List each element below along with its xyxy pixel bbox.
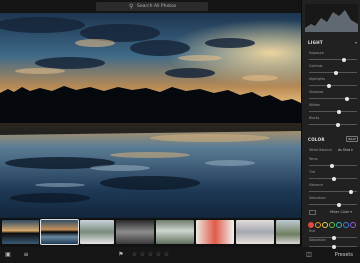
mixer-slider-label: Hue: [309, 229, 316, 233]
light-slider-knob[interactable]: [344, 96, 349, 101]
light-slider-track[interactable]: [309, 111, 357, 112]
color-swatch[interactable]: [350, 222, 356, 228]
light-slider-knob[interactable]: [336, 109, 341, 114]
mixer-slider-label: Saturation: [309, 238, 326, 242]
light-slider-track[interactable]: [309, 124, 357, 125]
search-box[interactable]: ⚲ Search All Photos: [96, 2, 208, 11]
thumbnail[interactable]: [2, 220, 39, 244]
thumbnail[interactable]: [196, 220, 234, 244]
color-slider-label: Saturation: [309, 196, 326, 200]
light-slider-track[interactable]: [309, 59, 357, 60]
color-swatch[interactable]: [343, 222, 349, 228]
light-slider-track[interactable]: [309, 72, 357, 73]
search-input[interactable]: Search All Photos: [137, 2, 176, 11]
compare-icon[interactable]: ◫: [305, 250, 313, 260]
light-slider-label: Contrast: [309, 64, 323, 68]
thumbnail[interactable]: [116, 220, 154, 244]
thumbnail[interactable]: [236, 220, 274, 244]
light-slider-knob[interactable]: [327, 83, 332, 88]
star-rating-4[interactable]: ☆: [155, 251, 162, 259]
search-icon: ⚲: [129, 3, 134, 10]
thumbnail[interactable]: [156, 220, 194, 244]
color-swatch[interactable]: [329, 222, 335, 228]
color-swatch[interactable]: [322, 222, 328, 228]
color-swatch[interactable]: [308, 222, 314, 228]
light-slider-label: Whites: [309, 103, 320, 107]
color-swatch[interactable]: [315, 222, 321, 228]
color-slider-knob[interactable]: [336, 202, 341, 207]
presets-button[interactable]: Presets: [335, 250, 353, 260]
star-rating-3[interactable]: ☆: [147, 251, 154, 259]
lake-sunset-image: [0, 13, 301, 218]
top-bar: ⚲ Search All Photos: [0, 0, 301, 13]
white-balance-label: White Balance: [309, 148, 332, 152]
bottom-toolbar: ▣ ≡ ⚑ ☆ ☆ ☆ ☆ ☆ ◫ Presets: [0, 247, 360, 263]
light-section-toggle-icon[interactable]: ▾: [355, 40, 357, 45]
light-slider-label: Exposure: [309, 51, 324, 55]
mixer-slider-knob[interactable]: [332, 235, 336, 240]
thumbnail-selected[interactable]: [40, 219, 79, 245]
filmstrip: [0, 218, 301, 247]
white-balance-dropdown[interactable]: As Shot ▾: [338, 148, 353, 152]
mixer-dropdown[interactable]: Mixer Color ▾: [330, 210, 352, 214]
color-slider-label: Vibrance: [309, 183, 324, 187]
color-slider-label: Temp: [309, 157, 318, 161]
light-slider-track[interactable]: [309, 98, 357, 99]
color-slider-track[interactable]: [309, 204, 357, 205]
star-rating-5[interactable]: ☆: [163, 251, 170, 259]
main-photo[interactable]: [0, 13, 301, 218]
star-rating-2[interactable]: ☆: [139, 251, 146, 259]
histogram: [305, 4, 358, 32]
thumbnail[interactable]: [276, 220, 300, 244]
sort-icon[interactable]: ≡: [22, 250, 30, 260]
light-slider-label: Shadows: [309, 90, 324, 94]
color-swatch[interactable]: [336, 222, 342, 228]
grid-view-icon[interactable]: ▣: [4, 250, 12, 260]
color-section-title[interactable]: COLOR: [308, 137, 325, 142]
bw-button[interactable]: B&W: [346, 136, 358, 142]
light-slider-label: Highlights: [309, 77, 326, 81]
light-slider-label: Blacks: [309, 116, 320, 120]
flag-icon[interactable]: ⚑: [117, 250, 125, 260]
mixer-target-icon[interactable]: [309, 210, 316, 215]
edit-panel: LIGHT ▾ Exposure Contrast Highlights Shadow…: [301, 0, 360, 249]
star-rating-1[interactable]: ☆: [131, 251, 138, 259]
light-slider-knob[interactable]: [334, 70, 339, 75]
color-slider-knob[interactable]: [332, 176, 336, 181]
color-slider-knob[interactable]: [329, 163, 334, 168]
mixer-slider-knob[interactable]: [332, 244, 336, 249]
light-slider-knob[interactable]: [342, 57, 347, 62]
color-slider-label: Tint: [309, 170, 316, 174]
thumbnail[interactable]: [80, 220, 114, 244]
light-slider-knob[interactable]: [335, 122, 340, 127]
light-section-title[interactable]: LIGHT: [308, 40, 323, 45]
light-slider-track[interactable]: [309, 85, 357, 86]
